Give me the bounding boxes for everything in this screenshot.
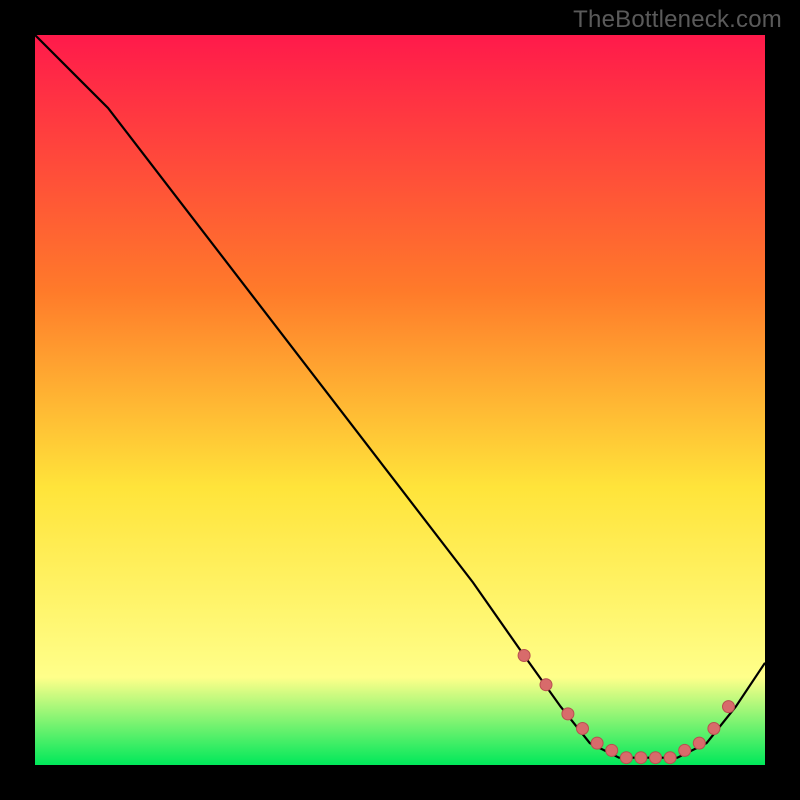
marker-dot <box>635 752 647 764</box>
marker-dot <box>591 737 603 749</box>
marker-dot <box>693 737 705 749</box>
marker-dot <box>620 752 632 764</box>
marker-dot <box>540 679 552 691</box>
marker-dot <box>606 744 618 756</box>
marker-dot <box>664 752 676 764</box>
chart-stage: TheBottleneck.com <box>0 0 800 800</box>
marker-dot <box>708 723 720 735</box>
marker-dot <box>518 650 530 662</box>
marker-dot <box>562 708 574 720</box>
marker-dot <box>723 701 735 713</box>
gradient-background <box>35 35 765 765</box>
marker-dot <box>650 752 662 764</box>
marker-dot <box>679 744 691 756</box>
plot-area <box>35 35 765 765</box>
marker-dot <box>577 723 589 735</box>
watermark-text: TheBottleneck.com <box>573 6 782 34</box>
chart-svg <box>35 35 765 765</box>
